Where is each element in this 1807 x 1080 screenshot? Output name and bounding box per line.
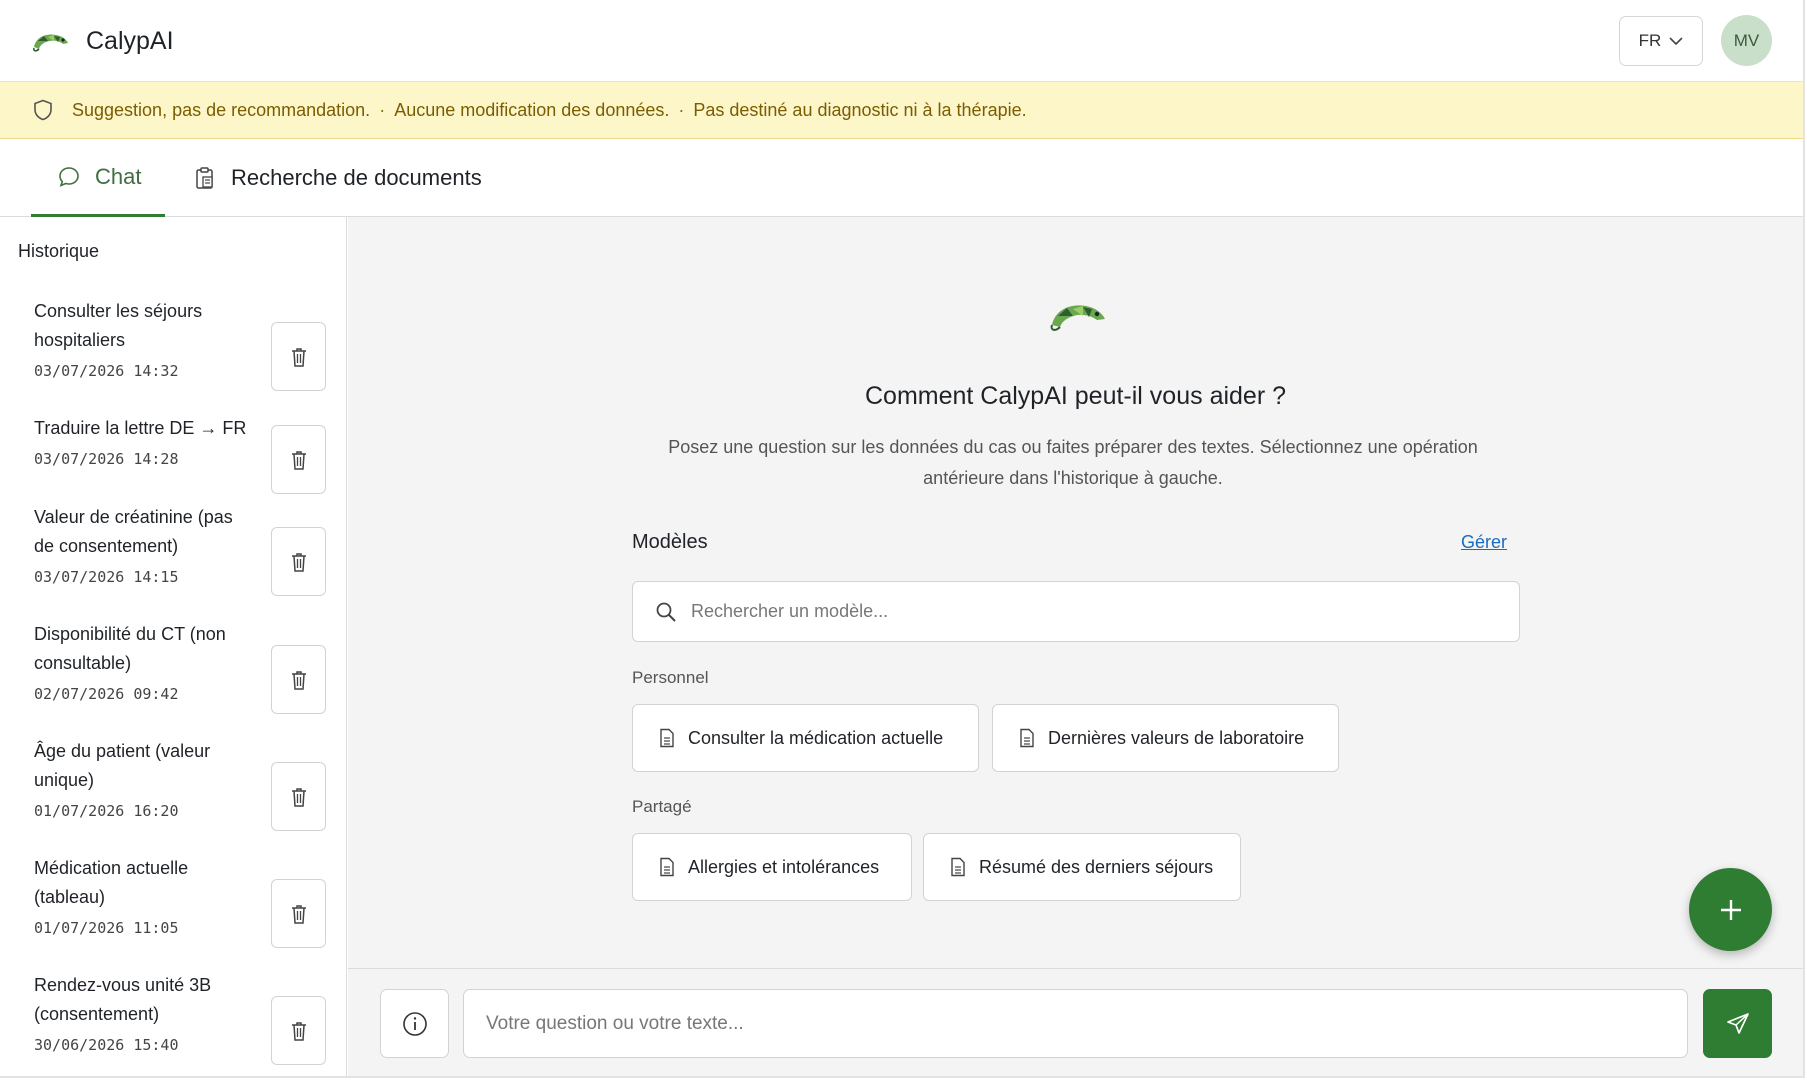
clipboard-document-icon [196,167,213,189]
history-item-date: 03/07/2026 14:15 [34,568,179,586]
delete-history-button[interactable] [271,996,326,1065]
trash-icon [291,670,306,690]
separator: · [678,99,685,120]
user-avatar[interactable]: MV [1721,15,1772,66]
plus-icon [1720,899,1741,920]
tab-bar: Chat Recherche de documents [0,139,1803,217]
shield-icon [34,99,52,121]
chameleon-logo-icon [1050,305,1105,331]
app-window: CalypAI FR MV Suggestion, pas de recomma… [0,0,1805,1078]
disclaimer-text-2: Aucune modification des données. [394,99,670,120]
tab-chat[interactable]: Chat [31,139,165,217]
top-bar: CalypAI FR MV [0,0,1803,82]
chat-main-panel: Comment CalypAI peut-il vous aider ? Pos… [348,217,1803,969]
trash-icon [291,347,306,367]
template-search[interactable] [632,581,1520,642]
trash-icon [291,787,306,807]
language-value: FR [1638,31,1662,50]
trash-icon [291,904,306,924]
send-icon [1726,1012,1749,1034]
trash-icon [291,1021,306,1041]
template-label: Allergies et intolérances [688,856,880,877]
brand[interactable]: CalypAI [30,22,174,60]
template-label: Résumé des derniers séjours [979,856,1214,877]
manage-templates-link[interactable]: Gérer [1461,532,1507,553]
delete-history-button[interactable] [271,527,326,596]
new-chat-button[interactable] [1689,868,1772,951]
history-item-title: Valeur de créatinine (pas de consentemen… [34,507,233,556]
delete-history-button[interactable] [271,762,326,831]
delete-history-button[interactable] [271,322,326,391]
tab-document-search[interactable]: Recherche de documents [193,139,482,217]
history-item-date: 02/07/2026 09:42 [34,685,179,703]
group-label-shared: Partagé [632,797,692,816]
document-icon [660,857,674,877]
group-label-personal: Personnel [632,668,709,687]
welcome-title: Comment CalypAI peut-il vous aider ? [864,382,1287,410]
template-button[interactable]: Allergies et intolérances [632,833,912,901]
message-input[interactable] [463,989,1688,1058]
search-icon [656,602,676,622]
delete-history-button[interactable] [271,879,326,948]
app-name: CalypAI [86,26,174,55]
language-selector[interactable]: FR [1619,16,1703,66]
history-item-date: 30/06/2026 15:40 [34,1036,179,1054]
history-item-title: Traduire la lettre DE → FR [34,418,247,438]
history-item-date: 03/07/2026 14:32 [34,362,179,380]
template-search-input[interactable] [691,601,1491,622]
template-label: Dernières valeurs de laboratoire [1048,727,1305,748]
template-label: Consulter la médication actuelle [688,727,944,748]
template-button[interactable]: Dernières valeurs de laboratoire [992,704,1339,772]
chameleon-logo-icon [33,34,68,52]
disclaimer-banner: Suggestion, pas de recommandation. · Auc… [0,82,1803,139]
history-title: Historique [18,241,100,261]
document-icon [951,857,965,877]
template-button[interactable]: Résumé des derniers séjours [923,833,1241,901]
delete-history-button[interactable] [271,425,326,494]
disclaimer-text-1: Suggestion, pas de recommandation. [72,99,371,120]
send-button[interactable] [1703,989,1772,1058]
templates-label: Modèles [632,531,708,553]
chat-bubble-icon [59,166,79,187]
document-icon [1020,728,1034,748]
welcome-subtitle: Posez une question sur les données du ca… [668,437,1478,488]
info-icon [402,1011,427,1036]
tab-label: Recherche de documents [231,165,482,190]
history-sidebar: Historique Consulter les séjours hospita… [0,217,347,1076]
info-button[interactable] [380,989,449,1058]
chevron-down-icon [1669,36,1683,45]
template-button[interactable]: Consulter la médication actuelle [632,704,979,772]
document-icon [660,728,674,748]
message-composer [348,968,1803,1076]
history-item-date: 01/07/2026 16:20 [34,802,179,820]
disclaimer-text-3: Pas destiné au diagnostic ni à la thérap… [693,99,1027,120]
history-item-date: 03/07/2026 14:28 [34,450,179,468]
history-item-title: Âge du patient (valeur unique) [34,741,211,790]
history-item-date: 01/07/2026 11:05 [34,919,179,937]
history-item-title: Médication actuelle (tableau) [34,858,189,907]
trash-icon [291,450,306,470]
trash-icon [291,552,306,572]
history-item-title: Rendez-vous unité 3B (consentement) [34,975,212,1024]
history-item-title: Disponibilité du CT (non consultable) [34,624,226,673]
delete-history-button[interactable] [271,645,326,714]
tab-label: Chat [95,163,142,189]
separator: · [379,99,386,120]
history-item-title: Consulter les séjours hospitaliers [34,301,203,350]
